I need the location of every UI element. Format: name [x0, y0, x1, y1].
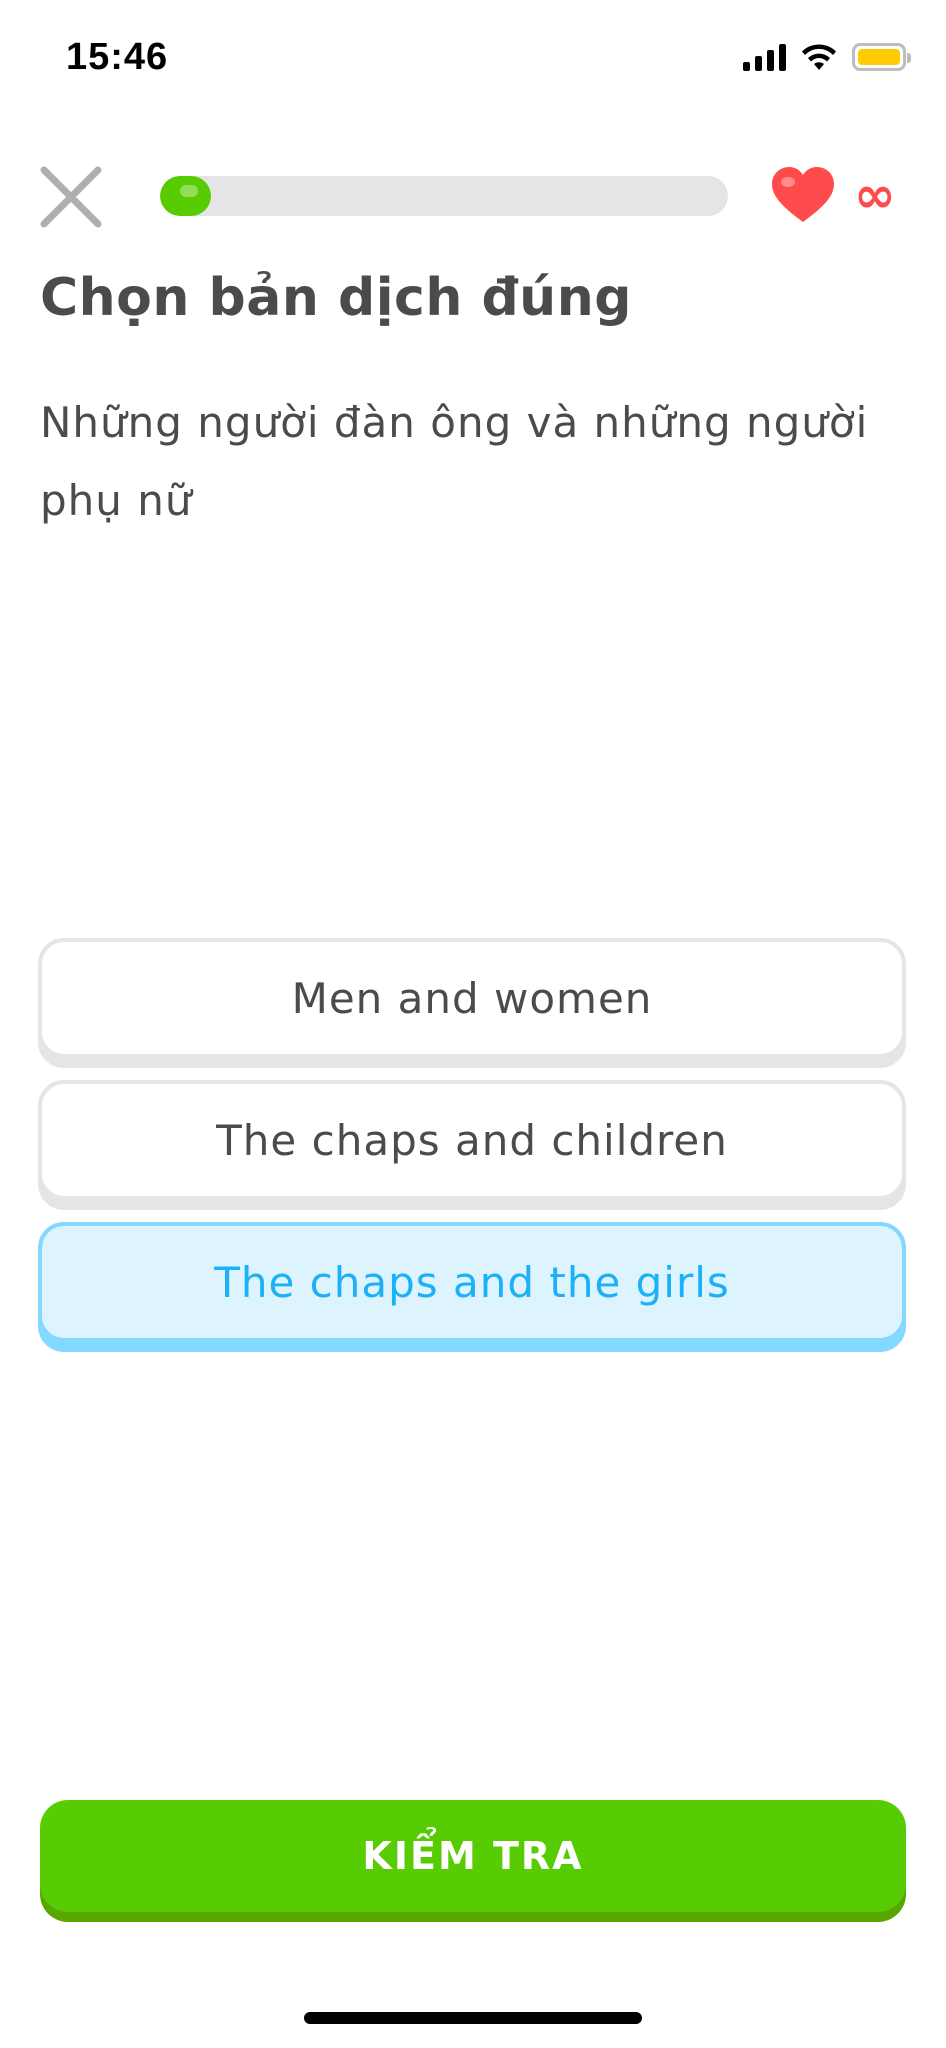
- answer-option[interactable]: The chaps and children: [38, 1080, 906, 1200]
- answer-options: Men and women The chaps and children The…: [38, 938, 908, 1364]
- battery-icon: [852, 43, 911, 71]
- status-bar: 15:46: [0, 0, 946, 110]
- wifi-icon: [802, 44, 836, 70]
- answer-option-selected[interactable]: The chaps and the girls: [38, 1222, 906, 1342]
- cellular-signal-icon: [743, 43, 786, 71]
- heart-icon: [772, 167, 834, 222]
- status-time: 15:46: [66, 36, 169, 78]
- hearts-counter[interactable]: ∞: [770, 166, 896, 224]
- lesson-progress-fill: [160, 176, 212, 216]
- close-icon: [40, 166, 102, 228]
- lesson-screen: 15:46 ∞ Chọn bản dịch đúng Những người đ…: [0, 0, 946, 2048]
- lesson-progress-bar: [160, 176, 728, 216]
- progress-shine: [180, 185, 198, 197]
- close-button[interactable]: [38, 164, 104, 230]
- battery-level: [858, 49, 900, 65]
- status-icons: [743, 42, 911, 72]
- hearts-infinity-label: ∞: [854, 166, 896, 224]
- home-indicator[interactable]: [304, 2012, 642, 2024]
- check-button[interactable]: KIỂM TRA: [40, 1800, 906, 1912]
- answer-option[interactable]: Men and women: [38, 938, 906, 1058]
- source-sentence: Những người đàn ông và những người phụ n…: [40, 398, 869, 525]
- page-title: Chọn bản dịch đúng: [40, 268, 632, 328]
